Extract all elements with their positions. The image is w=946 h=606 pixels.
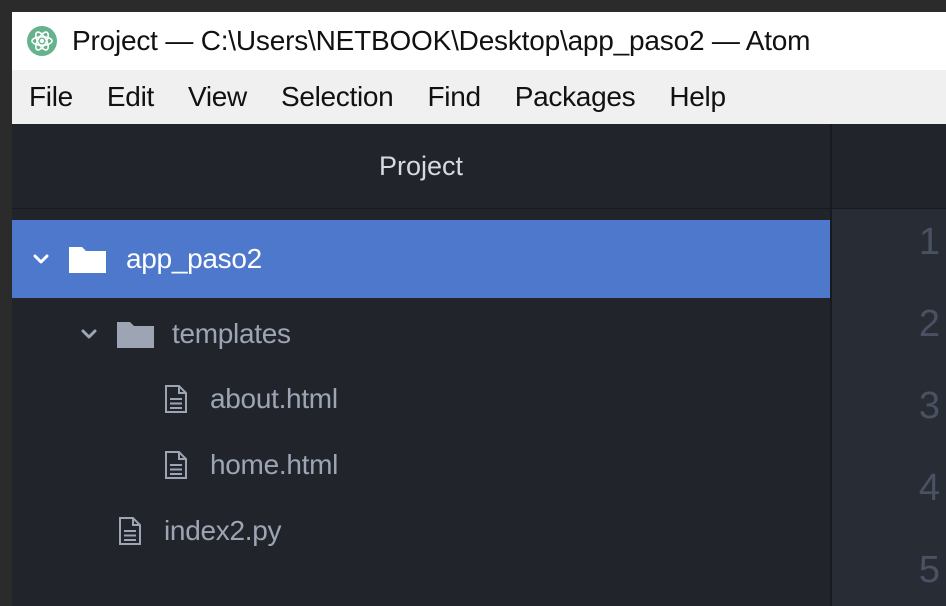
tree-item-root-folder[interactable]: app_paso2 xyxy=(12,220,830,298)
line-number: 2 xyxy=(918,303,940,345)
file-text-icon xyxy=(119,517,141,545)
tree-view-title: Project xyxy=(378,150,464,181)
file-text-icon xyxy=(165,451,187,479)
menu-file[interactable]: File xyxy=(12,81,90,113)
line-number: 1 xyxy=(918,221,940,263)
editor-tab-bar xyxy=(832,124,946,209)
tree-item-label: index2.py xyxy=(164,515,282,546)
tree-item-label: templates xyxy=(172,318,291,349)
menu-bar: File Edit View Selection Find Packages H… xyxy=(12,70,946,124)
window-title: Project — C:\Users\NETBOOK\Desktop\app_p… xyxy=(72,25,811,56)
line-number: 3 xyxy=(918,385,940,427)
menu-edit[interactable]: Edit xyxy=(90,81,171,113)
atom-window: Project — C:\Users\NETBOOK\Desktop\app_p… xyxy=(12,12,946,606)
menu-packages[interactable]: Packages xyxy=(498,81,653,113)
line-number: 5 xyxy=(918,549,940,591)
tree-item-label: app_paso2 xyxy=(126,243,262,274)
tree-view-panel: Project app_paso2 templates about.html h… xyxy=(12,124,830,606)
file-text-icon xyxy=(165,385,187,413)
menu-find[interactable]: Find xyxy=(410,81,497,113)
tree-item-label: about.html xyxy=(210,383,338,414)
tree-item-label: home.html xyxy=(210,449,339,480)
menu-selection[interactable]: Selection xyxy=(264,81,411,113)
menu-help[interactable]: Help xyxy=(652,81,742,113)
atom-icon xyxy=(27,26,57,56)
line-number: 4 xyxy=(918,467,940,509)
tree-item-file-index2[interactable]: index2.py xyxy=(12,499,830,563)
tree-item-file-about[interactable]: about.html xyxy=(12,367,830,431)
chevron-down-icon[interactable] xyxy=(32,250,50,268)
title-bar: Project — C:\Users\NETBOOK\Desktop\app_p… xyxy=(12,12,946,70)
chevron-down-icon[interactable] xyxy=(80,325,98,343)
tree-view-header[interactable]: Project xyxy=(12,124,830,209)
editor-pane[interactable]: 1 2 3 4 5 xyxy=(832,124,946,606)
tree-item-folder-templates[interactable]: templates xyxy=(12,302,830,366)
tree-item-file-home[interactable]: home.html xyxy=(12,433,830,497)
folder-icon xyxy=(117,322,154,348)
folder-icon xyxy=(69,247,106,273)
menu-view[interactable]: View xyxy=(171,81,264,113)
